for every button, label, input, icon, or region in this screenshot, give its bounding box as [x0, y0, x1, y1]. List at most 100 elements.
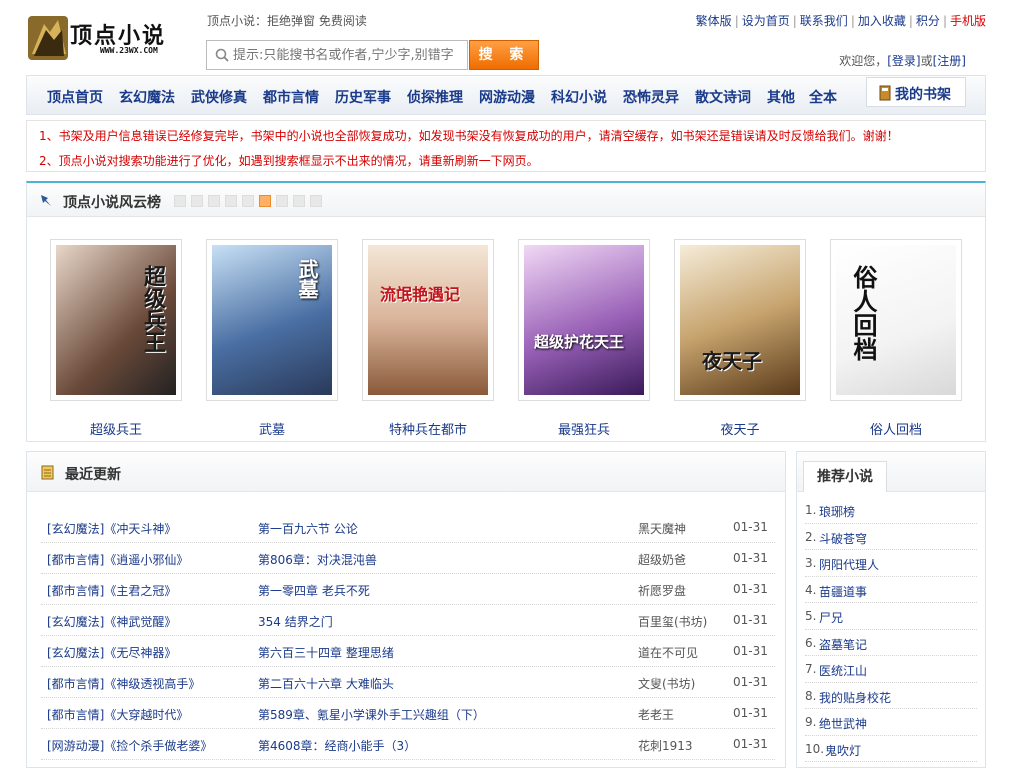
book-cover-card[interactable]: 俗人回档	[830, 239, 962, 401]
recommend-link[interactable]: 尸兄	[819, 609, 843, 626]
book-title-link[interactable]: 超级兵王	[50, 419, 182, 438]
update-date: 01-31	[733, 582, 768, 596]
rank-number: 7.	[805, 662, 817, 676]
recommend-link[interactable]: 绝世武神	[819, 715, 867, 732]
update-chapter-link[interactable]: 第一百九六节 公论	[258, 520, 358, 537]
tab-recommend[interactable]: 推荐小说	[803, 461, 887, 492]
bookshelf-button[interactable]: 我的书架	[866, 77, 966, 107]
book-title-link[interactable]: 特种兵在都市	[362, 419, 494, 438]
nav-item-xuanhuan[interactable]: 玄幻魔法	[119, 87, 175, 107]
book-title-link[interactable]: 武墓	[206, 419, 338, 438]
search-input[interactable]	[233, 45, 465, 65]
recommend-link[interactable]: 斗破苍穹	[819, 530, 867, 547]
rank-number: 10.	[805, 741, 825, 756]
update-book-link[interactable]: [都市言情]《神级透视高手》	[47, 675, 200, 692]
recommend-link[interactable]: 阴阳代理人	[819, 556, 879, 573]
update-chapter-link[interactable]: 第4608章：经商小能手（3）	[258, 737, 416, 754]
book-title-link[interactable]: 俗人回档	[830, 419, 962, 438]
recommend-link[interactable]: 鬼吹灯	[825, 742, 861, 759]
book-cover-card[interactable]: 夜天子	[674, 239, 806, 401]
update-chapter-link[interactable]: 第806章：对决混沌兽	[258, 551, 377, 568]
nav-item-home[interactable]: 顶点首页	[47, 87, 103, 107]
nav-item-wangyou[interactable]: 网游动漫	[479, 87, 535, 107]
carousel-dot-active[interactable]	[259, 195, 271, 207]
book-cover-card[interactable]: 超级兵王	[50, 239, 182, 401]
book-cover-card[interactable]: 武墓	[206, 239, 338, 401]
recommend-link[interactable]: 医统江山	[819, 662, 867, 679]
carousel-dot[interactable]	[310, 195, 322, 207]
book-cover-card[interactable]: 超级护花天王	[518, 239, 650, 401]
recommend-link[interactable]: 苗疆道事	[819, 583, 867, 600]
search-box	[206, 40, 468, 70]
site-logo[interactable]: 顶点小说 WWW.23WX.COM	[26, 10, 194, 64]
recommend-link[interactable]: 我的贴身校花	[819, 689, 891, 706]
nav-item-wuxia[interactable]: 武侠修真	[191, 87, 247, 107]
top-link-contact[interactable]: 联系我们	[800, 14, 848, 28]
nav-item-qita[interactable]: 其他	[767, 87, 795, 107]
top-link-mobile[interactable]: 手机版	[950, 14, 986, 28]
book-cover-card[interactable]: 流氓艳遇记	[362, 239, 494, 401]
update-book-link[interactable]: [网游动漫]《捡个杀手做老婆》	[47, 737, 212, 754]
top-link-traditional[interactable]: 繁体版	[696, 14, 732, 28]
recommend-item: 5. 尸兄	[805, 603, 977, 630]
nav-item-kongbu[interactable]: 恐怖灵异	[623, 87, 679, 107]
book-cover-image: 夜天子	[680, 245, 800, 395]
login-link[interactable]: [登录]	[887, 54, 920, 68]
rank-number: 5.	[805, 609, 817, 623]
recommend-item: 7. 医统江山	[805, 656, 977, 683]
update-row: [玄幻魔法]《神武觉醒》 354 结界之门 百里玺(书坊) 01-31	[41, 605, 775, 636]
update-book-link[interactable]: [都市言情]《大穿越时代》	[47, 706, 188, 723]
separator: |	[792, 14, 797, 28]
carousel-dot[interactable]	[174, 195, 186, 207]
rank-number: 3.	[805, 556, 817, 570]
carousel-dot[interactable]	[242, 195, 254, 207]
book-cover-image: 流氓艳遇记	[368, 245, 488, 395]
update-author: 花刺1913	[638, 739, 693, 753]
book-title-link[interactable]: 最强狂兵	[518, 419, 650, 438]
nav-item-zhentan[interactable]: 侦探推理	[407, 87, 463, 107]
carousel-dot[interactable]	[293, 195, 305, 207]
nav-item-lishi[interactable]: 历史军事	[335, 87, 391, 107]
cover-title: 超级兵王	[140, 265, 165, 353]
update-chapter-link[interactable]: 第一零四章 老兵不死	[258, 582, 370, 599]
login-line: 欢迎您，[登录]或[注册]	[839, 52, 966, 69]
page: 顶点小说 WWW.23WX.COM 顶点小说：拒绝弹窗 免费阅读 搜 索 繁体版…	[0, 0, 1024, 768]
recommend-item: 8. 我的贴身校花	[805, 683, 977, 709]
nav-item-sanwen[interactable]: 散文诗词	[695, 87, 751, 107]
update-chapter-link[interactable]: 354 结界之门	[258, 613, 333, 630]
update-book-link[interactable]: [玄幻魔法]《冲天斗神》	[47, 520, 176, 537]
nav-item-quanben[interactable]: 全本	[809, 87, 837, 107]
separator: |	[734, 14, 739, 28]
update-book-link[interactable]: [都市言情]《逍遥小邪仙》	[47, 551, 188, 568]
top-link-set-homepage[interactable]: 设为首页	[742, 14, 790, 28]
update-chapter-link[interactable]: 第六百三十四章 整理思绪	[258, 644, 394, 661]
update-chapter-link[interactable]: 第589章、氪星小学课外手工兴趣组（下）	[258, 706, 485, 723]
carousel-dot[interactable]	[276, 195, 288, 207]
carousel-dot[interactable]	[191, 195, 203, 207]
ranking-title: 顶点小说风云榜	[63, 195, 161, 211]
update-chapter-link[interactable]: 第二百六十六章 大难临头	[258, 675, 394, 692]
recommend-link[interactable]: 琅琊榜	[819, 503, 855, 520]
update-book-link[interactable]: [玄幻魔法]《神武觉醒》	[47, 613, 176, 630]
ranking-panel: 顶点小说风云榜 超级兵王 武墓 流氓艳遇记 超级护花天王 夜天子 俗人回档 超级…	[26, 181, 986, 442]
carousel-dot[interactable]	[225, 195, 237, 207]
update-book-link[interactable]: [都市言情]《主君之冠》	[47, 582, 176, 599]
nav-item-kehuan[interactable]: 科幻小说	[551, 87, 607, 107]
book-title-link[interactable]: 夜天子	[674, 419, 806, 438]
top-link-favorite[interactable]: 加入收藏	[858, 14, 906, 28]
register-link[interactable]: [注册]	[933, 54, 966, 68]
update-book-link[interactable]: [玄幻魔法]《无尽神器》	[47, 644, 176, 661]
recommend-item: 1. 琅琊榜	[805, 497, 977, 524]
top-link-points[interactable]: 积分	[916, 14, 940, 28]
notice-line-2: 2、顶点小说对搜索功能进行了优化，如遇到搜索框显示不出来的情况，请重新刷新一下网…	[39, 154, 539, 168]
carousel-dot[interactable]	[208, 195, 220, 207]
book-cover-image: 俗人回档	[836, 245, 956, 395]
separator: |	[850, 14, 855, 28]
recommend-link[interactable]: 盗墓笔记	[819, 636, 867, 653]
search-button[interactable]: 搜 索	[469, 40, 539, 70]
update-row: [都市言情]《大穿越时代》 第589章、氪星小学课外手工兴趣组（下） 老老王 0…	[41, 698, 775, 729]
nav-item-dushi[interactable]: 都市言情	[263, 87, 319, 107]
cover-title: 流氓艳遇记	[380, 285, 461, 304]
update-author: 文叟(书坊)	[638, 677, 696, 691]
logo-url: WWW.23WX.COM	[100, 46, 158, 55]
